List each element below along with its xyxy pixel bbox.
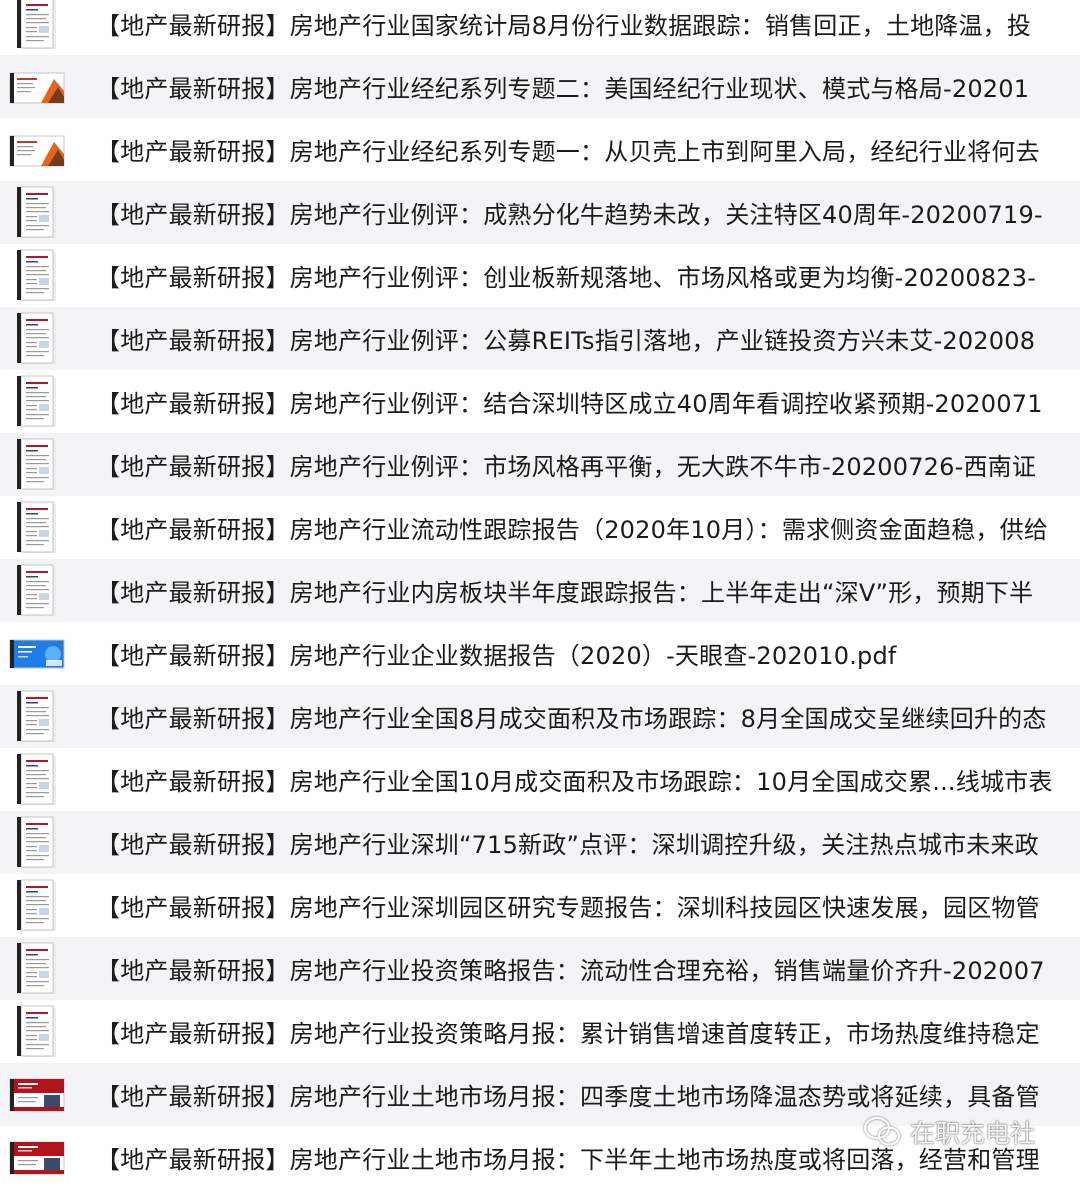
file-name: 【地产最新研报】房地产行业流动性跟踪报告（2020年10月）：需求侧资金面趋稳，… <box>96 516 1049 544</box>
document-icon <box>8 752 66 808</box>
file-list: 【地产最新研报】房地产行业国家统计局8月份行业数据跟踪：销售回正，土地降温，投【… <box>0 0 1080 1179</box>
file-row[interactable]: 【地产最新研报】房地产行业深圳“715新政”点评：深圳调控升级，关注热点城市未来… <box>0 811 1080 874</box>
document-icon <box>8 689 66 745</box>
document-icon <box>8 941 66 997</box>
file-row[interactable]: 【地产最新研报】房地产行业流动性跟踪报告（2020年10月）：需求侧资金面趋稳，… <box>0 496 1080 559</box>
document-icon <box>8 437 66 493</box>
file-name: 【地产最新研报】房地产行业深圳园区研究专题报告：深圳科技园区快速发展，园区物管 <box>96 894 1040 922</box>
file-name: 【地产最新研报】房地产行业企业数据报告（2020）-天眼查-202010.pdf <box>96 642 897 670</box>
file-row[interactable]: 【地产最新研报】房地产行业经纪系列专题一：从贝壳上市到阿里入局，经纪行业将何去 <box>0 118 1080 181</box>
file-name: 【地产最新研报】房地产行业深圳“715新政”点评：深圳调控升级，关注热点城市未来… <box>96 831 1039 859</box>
file-row[interactable]: 【地产最新研报】房地产行业例评：市场风格再平衡，无大跌不牛市-20200726-… <box>0 433 1080 496</box>
file-name: 【地产最新研报】房地产行业全国8月成交面积及市场跟踪：8月全国成交呈继续回升的态 <box>96 705 1047 733</box>
file-name: 【地产最新研报】房地产行业经纪系列专题一：从贝壳上市到阿里入局，经纪行业将何去 <box>96 138 1040 166</box>
file-row[interactable]: 【地产最新研报】房地产行业例评：结合深圳特区成立40周年看调控收紧预期-2020… <box>0 370 1080 433</box>
file-row[interactable]: 【地产最新研报】房地产行业深圳园区研究专题报告：深圳科技园区快速发展，园区物管 <box>0 874 1080 937</box>
file-name: 【地产最新研报】房地产行业全国10月成交面积及市场跟踪：10月全国成交累...线… <box>96 768 1053 796</box>
blue-cover-icon <box>8 626 66 682</box>
file-name: 【地产最新研报】房地产行业经纪系列专题二：美国经纪行业现状、模式与格局-2020… <box>96 75 1030 103</box>
file-name: 【地产最新研报】房地产行业投资策略月报：累计销售增速首度转正，市场热度维持稳定 <box>96 1020 1040 1048</box>
file-name: 【地产最新研报】房地产行业投资策略报告：流动性合理充裕，销售端量价齐升-2020… <box>96 957 1045 985</box>
document-icon <box>8 185 66 241</box>
file-name: 【地产最新研报】房地产行业土地市场月报：下半年土地市场热度或将回落，经营和管理 <box>96 1146 1040 1174</box>
document-icon <box>8 374 66 430</box>
file-row[interactable]: 【地产最新研报】房地产行业土地市场月报：下半年土地市场热度或将回落，经营和管理 <box>0 1126 1080 1189</box>
file-name: 【地产最新研报】房地产行业土地市场月报：四季度土地市场降温态势或将延续，具备管 <box>96 1083 1040 1111</box>
file-name: 【地产最新研报】房地产行业内房板块半年度跟踪报告：上半年走出“深V”形，预期下半 <box>96 579 1034 607</box>
document-icon <box>8 1004 66 1060</box>
document-icon <box>8 500 66 556</box>
file-name: 【地产最新研报】房地产行业例评：结合深圳特区成立40周年看调控收紧预期-2020… <box>96 390 1043 418</box>
file-name: 【地产最新研报】房地产行业例评：市场风格再平衡，无大跌不牛市-20200726-… <box>96 453 1037 481</box>
red-cover-icon <box>8 1130 66 1186</box>
file-name: 【地产最新研报】房地产行业国家统计局8月份行业数据跟踪：销售回正，土地降温，投 <box>96 12 1032 40</box>
file-row[interactable]: 【地产最新研报】房地产行业全国8月成交面积及市场跟踪：8月全国成交呈继续回升的态 <box>0 685 1080 748</box>
slide-icon <box>8 122 66 178</box>
document-icon <box>8 311 66 367</box>
file-row[interactable]: 【地产最新研报】房地产行业例评：公募REITs指引落地，产业链投资方兴未艾-20… <box>0 307 1080 370</box>
file-row[interactable]: 【地产最新研报】房地产行业国家统计局8月份行业数据跟踪：销售回正，土地降温，投 <box>0 0 1080 55</box>
file-name: 【地产最新研报】房地产行业例评：公募REITs指引落地，产业链投资方兴未艾-20… <box>96 327 1036 355</box>
file-row[interactable]: 【地产最新研报】房地产行业全国10月成交面积及市场跟踪：10月全国成交累...线… <box>0 748 1080 811</box>
file-name: 【地产最新研报】房地产行业例评：成熟分化牛趋势未改，关注特区40周年-20200… <box>96 201 1043 229</box>
document-icon <box>8 563 66 619</box>
red-cover-icon <box>8 1067 66 1123</box>
file-row[interactable]: 【地产最新研报】房地产行业例评：创业板新规落地、市场风格或更为均衡-202008… <box>0 244 1080 307</box>
file-row[interactable]: 【地产最新研报】房地产行业土地市场月报：四季度土地市场降温态势或将延续，具备管 <box>0 1063 1080 1126</box>
file-name: 【地产最新研报】房地产行业例评：创业板新规落地、市场风格或更为均衡-202008… <box>96 264 1037 292</box>
document-icon <box>8 815 66 871</box>
file-row[interactable]: 【地产最新研报】房地产行业内房板块半年度跟踪报告：上半年走出“深V”形，预期下半 <box>0 559 1080 622</box>
file-row[interactable]: 【地产最新研报】房地产行业经纪系列专题二：美国经纪行业现状、模式与格局-2020… <box>0 55 1080 118</box>
file-row[interactable]: 【地产最新研报】房地产行业投资策略报告：流动性合理充裕，销售端量价齐升-2020… <box>0 937 1080 1000</box>
document-icon <box>8 248 66 304</box>
file-row[interactable]: 【地产最新研报】房地产行业企业数据报告（2020）-天眼查-202010.pdf <box>0 622 1080 685</box>
file-row[interactable]: 【地产最新研报】房地产行业例评：成熟分化牛趋势未改，关注特区40周年-20200… <box>0 181 1080 244</box>
document-icon <box>8 0 66 52</box>
file-row[interactable]: 【地产最新研报】房地产行业投资策略月报：累计销售增速首度转正，市场热度维持稳定 <box>0 1000 1080 1063</box>
slide-icon <box>8 59 66 115</box>
document-icon <box>8 878 66 934</box>
